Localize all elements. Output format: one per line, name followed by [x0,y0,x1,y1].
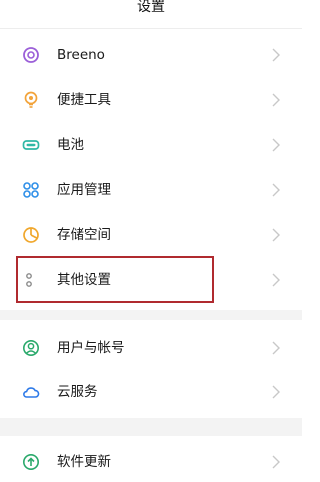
settings-item-label: 云服务 [57,384,98,400]
settings-item-convenience-tools[interactable]: 便捷工具 [0,80,302,120]
settings-list: Breeno 便捷工具 电池 应用管理 存储空间 其他设置 用户与帐号 云服务 … [0,0,302,474]
settings-item-cloud-service[interactable]: 云服务 [0,372,302,412]
settings-item-breeno[interactable]: Breeno [0,35,302,75]
settings-item-battery[interactable]: 电池 [0,125,302,165]
cloud-service-icon [23,387,40,398]
settings-item-label: 便捷工具 [57,92,111,108]
chevron-right-icon [272,48,280,62]
breeno-icon [23,47,39,63]
chevron-right-icon [272,138,280,152]
settings-item-label: 存储空间 [57,227,111,243]
chevron-right-icon [272,385,280,399]
chevron-right-icon [272,273,280,287]
chevron-right-icon [272,183,280,197]
settings-item-label: Breeno [57,47,105,63]
users-accounts-icon [23,340,39,356]
settings-item-label: 应用管理 [57,182,111,198]
storage-icon [23,227,39,243]
software-update-icon [23,454,39,470]
chevron-right-icon [272,93,280,107]
settings-item-label: 用户与帐号 [57,340,125,356]
settings-item-label: 电池 [57,137,84,153]
divider [0,28,302,29]
settings-item-app-management[interactable]: 应用管理 [0,170,302,210]
chevron-right-icon [272,228,280,242]
app-management-icon [23,182,39,198]
group-separator [0,310,302,320]
settings-item-users-accounts[interactable]: 用户与帐号 [0,328,302,368]
chevron-right-icon [272,341,280,355]
battery-icon [22,140,40,150]
settings-item-storage[interactable]: 存储空间 [0,215,302,255]
convenience-tools-icon [24,91,38,108]
chevron-right-icon [272,455,280,469]
settings-item-label: 软件更新 [57,454,111,470]
group-separator [0,418,302,436]
settings-item-software-update[interactable]: 软件更新 [0,442,302,482]
highlight-box [16,256,214,303]
